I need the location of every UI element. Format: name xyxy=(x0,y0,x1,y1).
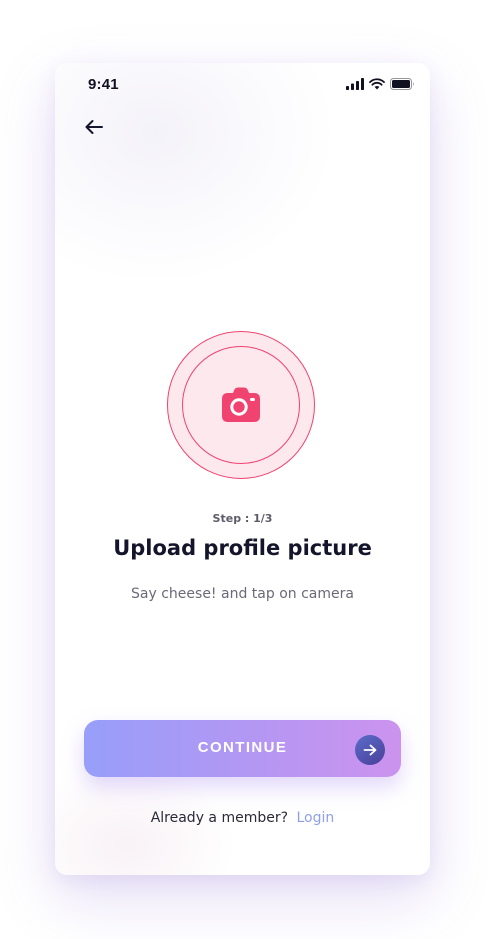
continue-label: CONTINUE xyxy=(197,739,288,756)
continue-arrow-badge xyxy=(355,735,385,765)
arrow-left-icon xyxy=(85,120,103,134)
continue-button[interactable]: CONTINUE xyxy=(84,720,401,777)
stage: 9:41 Step: 1/3 Upload profile picture S… xyxy=(0,0,488,939)
status-time: 9:41 xyxy=(88,76,119,93)
page-title: Upload profile picture xyxy=(113,536,372,560)
upload-photo-button[interactable] xyxy=(167,331,315,479)
status-bar: 9:41 xyxy=(55,63,430,107)
arrow-right-icon xyxy=(363,744,377,756)
member-prompt: Already a member? xyxy=(150,810,289,826)
page-subtitle: Say cheese! and tap on camera xyxy=(131,586,354,602)
cellular-signal-icon xyxy=(346,78,364,90)
step-indicator: Step : 1/3 xyxy=(212,512,273,525)
footer: Already a member? Login xyxy=(55,810,430,826)
upload-photo-inner-ring xyxy=(182,346,300,464)
wifi-icon xyxy=(369,78,385,90)
back-button[interactable] xyxy=(81,116,107,138)
camera-icon xyxy=(222,387,260,422)
phone-screen: 9:41 Step: 1/3 Upload profile picture S… xyxy=(55,63,430,875)
battery-icon xyxy=(390,78,414,90)
login-link[interactable]: Login xyxy=(297,810,335,826)
status-icons xyxy=(346,78,415,90)
